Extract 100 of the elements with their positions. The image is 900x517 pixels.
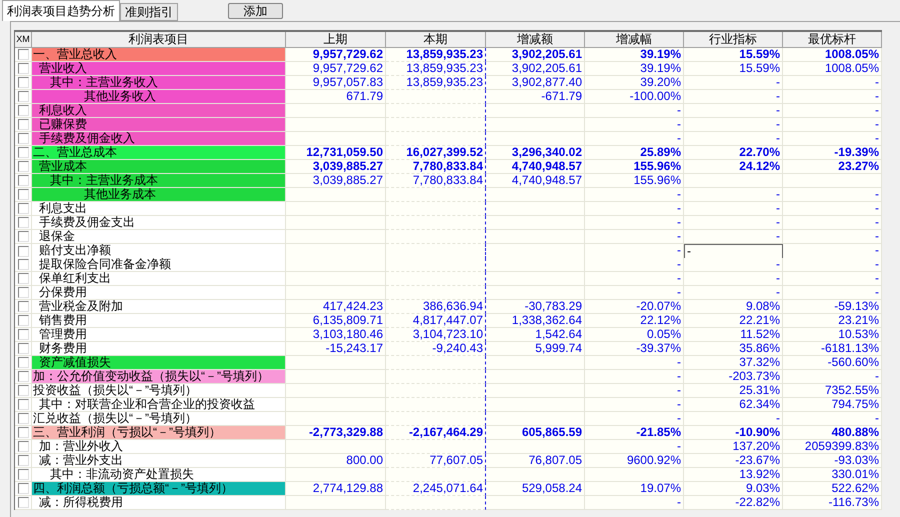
table-cell: -: [684, 118, 783, 132]
column-header[interactable]: 最优标杆: [783, 32, 882, 48]
table-cell: 3,902,205.61: [486, 48, 585, 62]
table-cell: 11.52%: [684, 328, 783, 342]
checkbox[interactable]: [18, 49, 28, 60]
checkbox[interactable]: [18, 91, 28, 102]
checkbox[interactable]: [18, 246, 28, 256]
table-cell: 3,039,885.27: [286, 160, 386, 174]
tab[interactable]: 利润表项目趋势分析: [2, 0, 120, 21]
column-header[interactable]: 增减额: [486, 32, 585, 48]
checkbox[interactable]: [18, 497, 28, 508]
table-cell: 25.89%: [585, 146, 684, 160]
checkbox[interactable]: [18, 175, 28, 186]
checkbox[interactable]: [18, 371, 28, 382]
checkbox[interactable]: [18, 63, 28, 74]
table-cell: -22.82%: [684, 496, 783, 510]
column-header[interactable]: 本期: [386, 32, 486, 48]
column-header[interactable]: XM: [15, 32, 32, 48]
table-cell: -30,783.29: [486, 300, 585, 314]
table-cell: -: [585, 230, 684, 244]
table-cell: -2,773,329.88: [286, 426, 386, 440]
table-cell: -93.03%: [783, 454, 882, 468]
table-cell: 39.19%: [585, 62, 684, 76]
checkbox[interactable]: [18, 203, 28, 214]
table-cell: -9,240.43: [386, 342, 486, 356]
table-cell: 1,338,362.64: [486, 314, 585, 328]
table-cell: 2,774,129.88: [286, 482, 386, 496]
checkbox[interactable]: [18, 343, 28, 354]
table-cell: 19.07%: [585, 482, 684, 496]
table-cell: -: [684, 104, 783, 118]
table-cell: -203.73%: [684, 370, 783, 384]
checkbox[interactable]: [18, 217, 28, 228]
checkbox[interactable]: [18, 133, 28, 144]
column-header[interactable]: 行业指标: [684, 32, 783, 48]
column-header[interactable]: 增减幅: [585, 32, 684, 48]
table-cell: 13,859,935.23: [386, 48, 486, 62]
checkbox[interactable]: [18, 273, 28, 284]
checkbox[interactable]: [18, 441, 28, 452]
checkbox[interactable]: [18, 357, 28, 368]
table-cell: 2,245,071.64: [386, 482, 486, 496]
table-cell: 155.96%: [585, 174, 684, 188]
table-cell: 9,957,057.83: [286, 76, 386, 90]
column-header[interactable]: 上期: [286, 32, 386, 48]
table-cell: 7352.55%: [783, 384, 882, 398]
checkbox[interactable]: [18, 301, 28, 312]
table-cell: -: [684, 202, 783, 216]
table-cell: -: [783, 216, 882, 230]
table-cell: 13,859,935.23: [386, 62, 486, 76]
table-cell: 9.03%: [684, 482, 783, 496]
checkbox[interactable]: [18, 329, 28, 340]
checkbox[interactable]: [18, 147, 28, 158]
table-cell: -: [585, 104, 684, 118]
table-cell: -: [783, 286, 882, 300]
table-cell: 77,607.05: [386, 454, 486, 468]
table-cell: 加：公允价值变动收益（损失以“－”号填列）: [32, 370, 286, 384]
table-cell: 减：所得税费用: [32, 496, 286, 510]
checkbox[interactable]: [18, 259, 28, 270]
checkbox[interactable]: [18, 399, 28, 410]
table-cell: 4,740,948.57: [486, 174, 585, 188]
table-cell: 3,039,885.27: [286, 174, 386, 188]
table-cell: 手续费及佣金支出: [32, 216, 286, 230]
checkbox[interactable]: [18, 483, 28, 494]
table-cell: -: [783, 202, 882, 216]
table-cell: -: [585, 398, 684, 412]
checkbox[interactable]: [18, 105, 28, 116]
table-cell: 4,817,447.07: [386, 314, 486, 328]
checkbox[interactable]: [18, 287, 28, 298]
table-cell: -6181.13%: [783, 342, 882, 356]
add-button[interactable]: 添加: [228, 3, 283, 19]
checkbox[interactable]: [18, 119, 28, 130]
checkbox[interactable]: [18, 315, 28, 326]
table-cell: 39.19%: [585, 48, 684, 62]
table-cell: -: [585, 202, 684, 216]
checkbox[interactable]: [18, 189, 28, 200]
checkbox[interactable]: [18, 77, 28, 88]
table-cell: -10.90%: [684, 426, 783, 440]
table-cell: 3,902,205.61: [486, 62, 585, 76]
table-cell: 137.20%: [684, 440, 783, 454]
checkbox[interactable]: [18, 385, 28, 396]
table-cell: 加：营业外收入: [32, 440, 286, 454]
table-cell: -: [783, 118, 882, 132]
table-cell: -21.85%: [585, 426, 684, 440]
table-cell: 营业税金及附加: [32, 300, 286, 314]
column-header[interactable]: 利润表项目: [32, 32, 286, 48]
table-cell: -: [684, 272, 783, 286]
table-cell: 其中：对联营企业和合营企业的投资收益: [32, 398, 286, 412]
table-cell: 39.20%: [585, 76, 684, 90]
checkbox[interactable]: [18, 427, 28, 438]
tab[interactable]: 准则指引: [120, 3, 178, 21]
checkbox[interactable]: [18, 455, 28, 466]
table-cell: 417,424.23: [286, 300, 386, 314]
table-cell: 7,780,833.84: [386, 174, 486, 188]
table-cell: -: [585, 216, 684, 230]
table-cell: 利息收入: [32, 104, 286, 118]
checkbox[interactable]: [18, 413, 28, 424]
checkbox[interactable]: [18, 161, 28, 172]
checkbox[interactable]: [18, 469, 28, 480]
checkbox[interactable]: [18, 231, 28, 242]
table-cell: 4,740,948.57: [486, 160, 585, 174]
table-cell: 提取保险合同准备金净额: [32, 258, 286, 272]
